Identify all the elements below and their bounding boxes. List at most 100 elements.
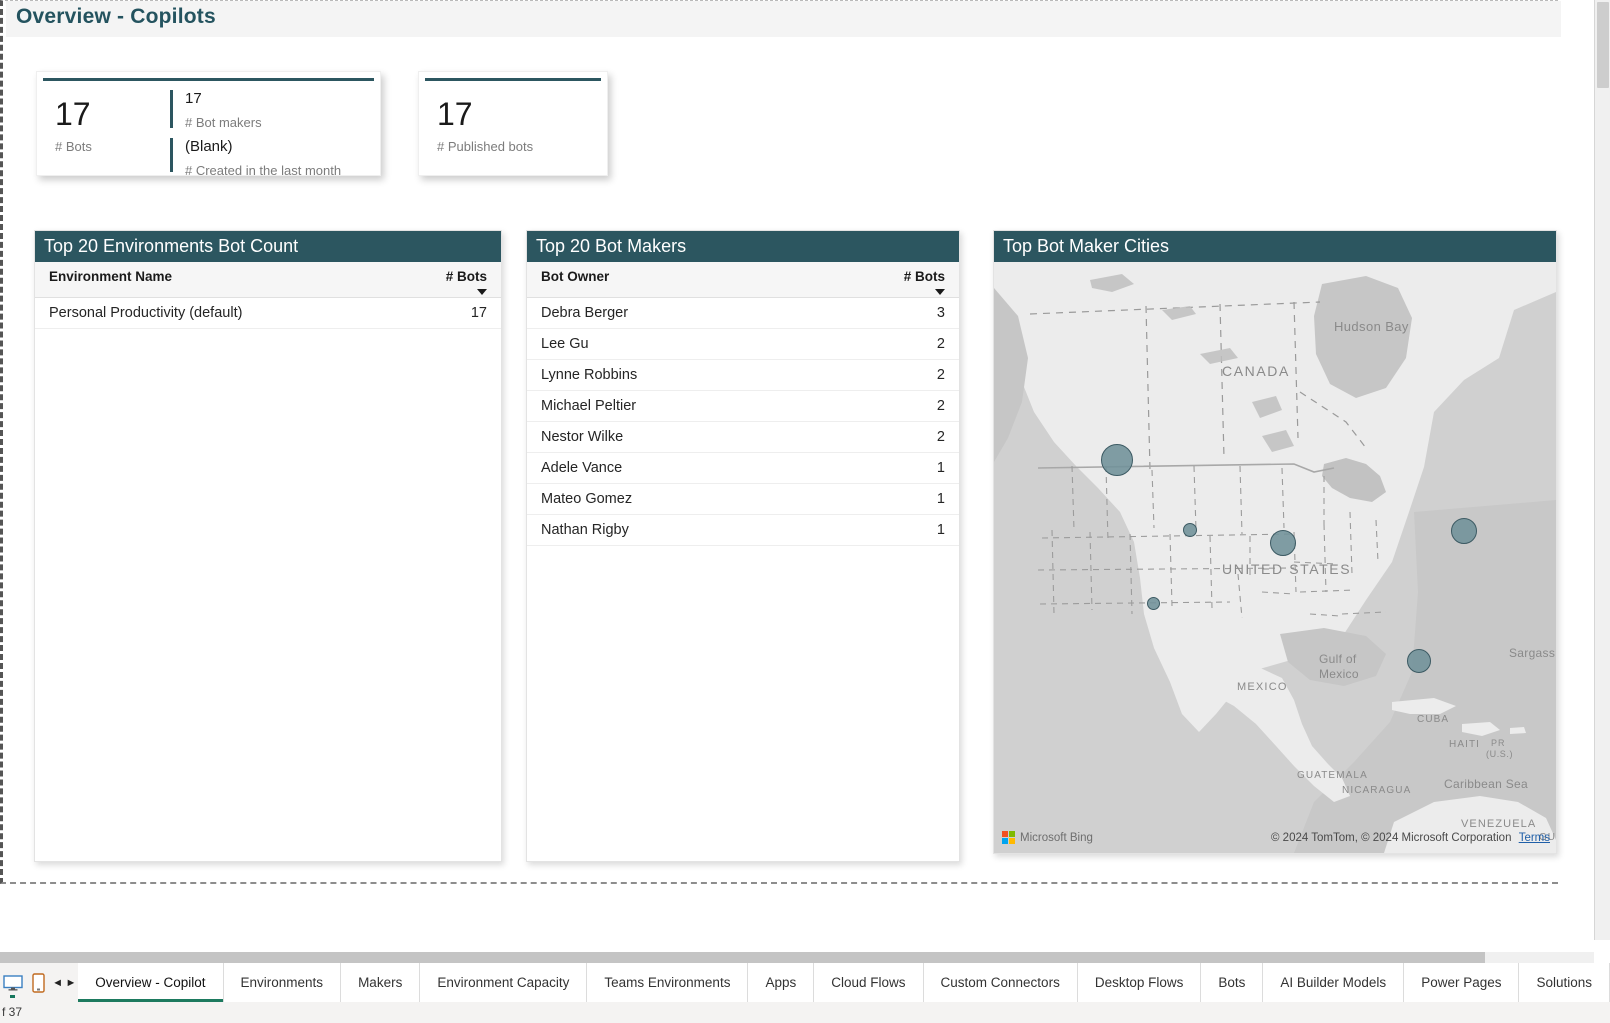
bot-makers-visual[interactable]: Top 20 Bot Makers Bot Owner # Bots Debra… — [526, 230, 960, 862]
cell-bots: 1 — [846, 452, 959, 484]
table-row[interactable]: Michael Peltier 2 — [527, 390, 959, 422]
map-bubble[interactable] — [1407, 649, 1431, 673]
cell-bot-owner: Mateo Gomez — [527, 483, 847, 515]
app-window: Overview - Copilots 17 # Bots 17 # Bot m… — [0, 0, 1610, 1023]
map-terms-link[interactable]: Terms — [1519, 832, 1550, 844]
kpi-bot-makers-value: 17 — [185, 90, 202, 107]
kpi-card-published-bots[interactable]: 17 # Published bots — [418, 71, 608, 176]
kpi-created-last-month-value: (Blank) — [185, 138, 233, 155]
map-bubble[interactable] — [1146, 596, 1160, 610]
cell-bot-owner: Adele Vance — [527, 452, 847, 484]
tab-apps[interactable]: Apps — [748, 963, 815, 1002]
kpi-divider-2 — [170, 138, 173, 172]
environments-table-body: Personal Productivity (default) 17 — [35, 297, 501, 329]
bot-maker-cities-map-visual[interactable]: Top Bot Maker Cities Hudson Bay CANADA U… — [993, 230, 1557, 854]
kpi-bot-makers-group: 17 # Bot makers — [185, 91, 262, 130]
bot-makers-table-body: Debra Berger 3 Lee Gu 2 Lynne Robbins 2 Michae… — [527, 297, 959, 546]
tab-power-pages[interactable]: Power Pages — [1404, 963, 1520, 1002]
page-tab-bar[interactable]: ◄ ► Overview - Copilot Environments Makers… — [0, 963, 1610, 1002]
cell-bots: 1 — [846, 514, 959, 546]
table-row[interactable]: Lynne Robbins 2 — [527, 359, 959, 391]
page-title-band: Overview - Copilots — [6, 1, 1561, 37]
kpi-created-last-month-group: (Blank) # Created in the last month — [185, 139, 341, 178]
tab-makers[interactable]: Makers — [341, 963, 421, 1002]
cell-bot-owner: Debra Berger — [527, 297, 847, 329]
tab-custom-connectors[interactable]: Custom Connectors — [923, 963, 1078, 1002]
map-visual-title: Top Bot Maker Cities — [994, 231, 1556, 262]
cell-bots: 3 — [846, 297, 959, 329]
table-row[interactable]: Mateo Gomez 1 — [527, 483, 959, 515]
kpi-card-bots[interactable]: 17 # Bots 17 # Bot makers (Blank) # Crea… — [36, 71, 381, 178]
map-bubble[interactable] — [1270, 530, 1296, 556]
column-header-environment-name[interactable]: Environment Name — [35, 262, 380, 298]
bot-makers-table: Bot Owner # Bots Debra Berger 3 Lee Gu 2 Lyn… — [527, 262, 959, 546]
map-bubble[interactable] — [1101, 444, 1133, 476]
map-bubble[interactable] — [1451, 518, 1477, 544]
environments-bot-count-visual[interactable]: Top 20 Environments Bot Count Environmen… — [34, 230, 502, 862]
column-header-bots-label: # Bots — [903, 269, 945, 284]
tab-teams-environments[interactable]: Teams Environments — [587, 963, 749, 1002]
previous-page-button[interactable]: ◄ — [51, 963, 64, 1002]
environments-table: Environment Name # Bots Personal Product… — [35, 262, 501, 329]
tab-cloud-flows[interactable]: Cloud Flows — [814, 963, 924, 1002]
cell-bot-owner: Lee Gu — [527, 328, 847, 360]
horizontal-scrollbar[interactable] — [0, 952, 1594, 963]
table-header-row: Environment Name # Bots — [35, 262, 501, 298]
tab-bots[interactable]: Bots — [1201, 963, 1264, 1002]
bing-logo-text: Microsoft Bing — [1020, 831, 1093, 844]
table-row[interactable]: Personal Productivity (default) 17 — [35, 297, 501, 329]
map-bubble[interactable] — [1183, 523, 1197, 537]
vertical-scrollbar[interactable] — [1594, 0, 1610, 940]
cell-bots: 2 — [846, 359, 959, 391]
kpi-published-bots-group: 17 # Published bots — [437, 98, 533, 154]
kpi-created-last-month-label: # Created in the last month — [185, 163, 342, 178]
mobile-view-icon[interactable] — [25, 963, 50, 1002]
bing-logo[interactable]: Microsoft Bing — [1002, 831, 1093, 844]
cell-bots: 2 — [846, 328, 959, 360]
kpi-bots-group: 17 # Bots — [55, 98, 92, 154]
cell-bots: 17 — [379, 297, 501, 329]
table-row[interactable]: Nestor Wilke 2 — [527, 421, 959, 453]
next-page-button[interactable]: ► — [64, 963, 77, 1002]
cell-environment-name: Personal Productivity (default) — [35, 297, 380, 329]
map-canvas[interactable]: Hudson Bay CANADA UNITED STATES Gulf of Mexi… — [994, 262, 1556, 853]
cell-bots: 1 — [846, 483, 959, 515]
kpi-accent-bar — [43, 78, 374, 81]
monitor-icon — [3, 974, 23, 990]
column-header-bots[interactable]: # Bots — [379, 262, 501, 298]
desktop-view-icon[interactable] — [0, 963, 25, 1002]
status-bar: f 37 — [0, 1002, 1610, 1023]
tab-environments[interactable]: Environments — [223, 963, 342, 1002]
column-header-bots-label: # Bots — [445, 269, 487, 284]
tab-solutions[interactable]: Solutions — [1519, 963, 1610, 1002]
table-row[interactable]: Nathan Rigby 1 — [527, 514, 959, 546]
table-header-row: Bot Owner # Bots — [527, 262, 959, 298]
report-canvas: Overview - Copilots 17 # Bots 17 # Bot m… — [0, 0, 1561, 884]
kpi-divider-1 — [170, 90, 173, 128]
column-header-bots[interactable]: # Bots — [846, 262, 959, 298]
tab-desktop-flows[interactable]: Desktop Flows — [1077, 963, 1202, 1002]
status-bar-text: f 37 — [2, 1005, 23, 1019]
cell-bots: 2 — [846, 390, 959, 422]
tab-ai-builder-models[interactable]: AI Builder Models — [1263, 963, 1405, 1002]
cell-bots: 2 — [846, 421, 959, 453]
vertical-scrollbar-thumb[interactable] — [1597, 2, 1609, 88]
kpi-accent-bar — [425, 78, 601, 81]
kpi-bots-value: 17 — [55, 96, 91, 132]
table-row[interactable]: Adele Vance 1 — [527, 452, 959, 484]
cell-bot-owner: Lynne Robbins — [527, 359, 847, 391]
phone-icon — [32, 972, 45, 993]
cell-bot-owner: Nathan Rigby — [527, 514, 847, 546]
table-row[interactable]: Lee Gu 2 — [527, 328, 959, 360]
cell-bot-owner: Michael Peltier — [527, 390, 847, 422]
tab-overview-copilot[interactable]: Overview - Copilot — [78, 963, 224, 1002]
sort-descending-icon — [477, 289, 487, 295]
table-row[interactable]: Debra Berger 3 — [527, 297, 959, 329]
tab-environment-capacity[interactable]: Environment Capacity — [420, 963, 588, 1002]
map-geometry — [994, 262, 1556, 853]
horizontal-scrollbar-thumb[interactable] — [0, 952, 1485, 963]
tab-list: Overview - Copilot Environments Makers Envi… — [78, 963, 1610, 1002]
page-title: Overview - Copilots — [16, 5, 216, 28]
column-header-bot-owner[interactable]: Bot Owner — [527, 262, 847, 298]
environments-visual-title: Top 20 Environments Bot Count — [35, 231, 501, 262]
